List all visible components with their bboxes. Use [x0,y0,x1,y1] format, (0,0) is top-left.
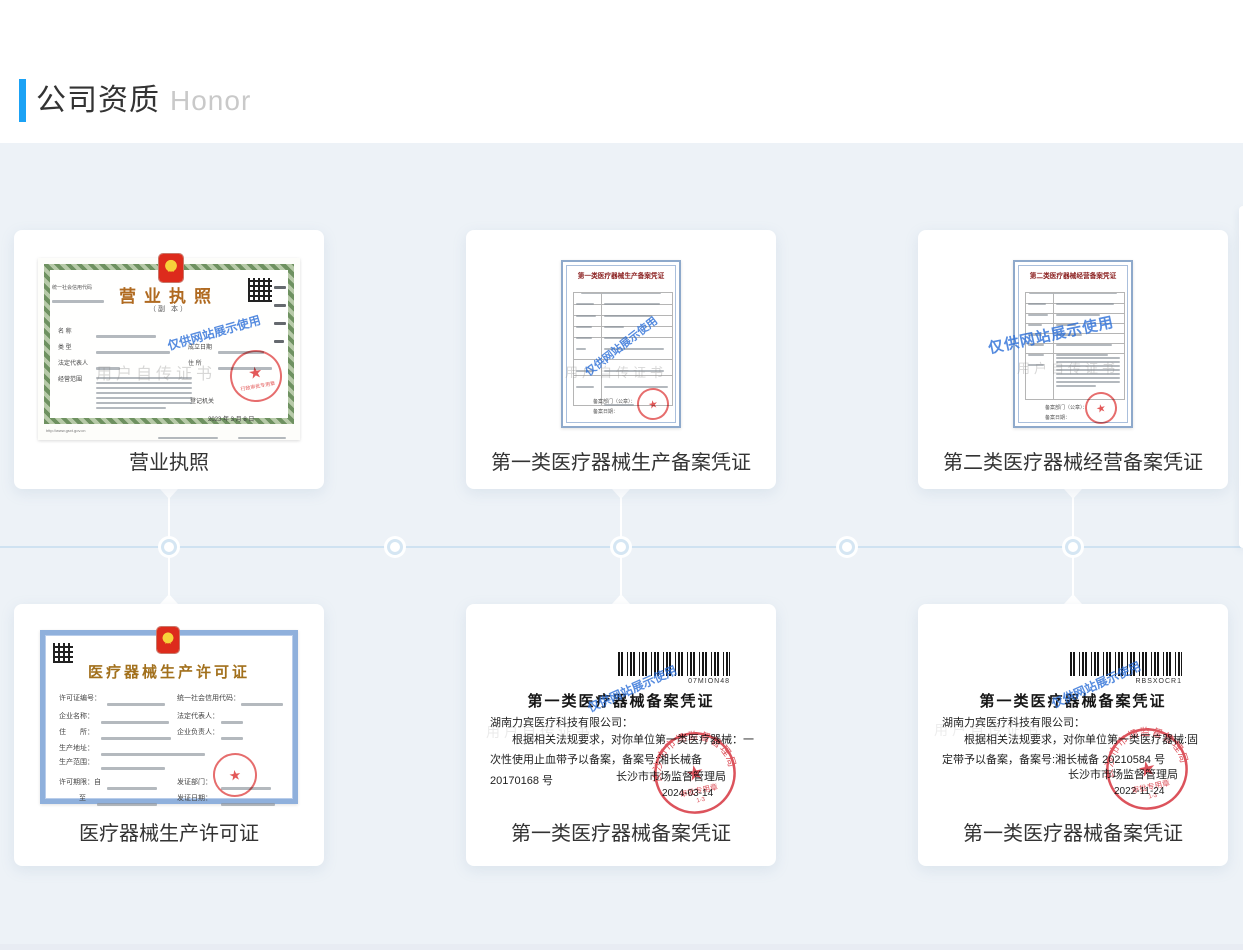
field-label: 名 称 [58,326,72,335]
certificate-card-class1-device-filing-2[interactable]: RBSXOCR1 第一类医疗器械备案凭证 湖南力宾医疗科技有限公司： 根据相关法… [918,604,1228,866]
field-label: 生产地址： [59,743,94,753]
certificate-card-class1-production-filing[interactable]: 第一类医疗器械生产备案凭证 备案部门（公章）： 备案日期： ★ 用户自传证书 仅… [466,230,776,489]
field-label: 许可证编号： [59,693,101,703]
field-label: 许可期限：自 [59,777,101,787]
national-emblem-icon: ★ [157,627,179,653]
page-title: 公司资质 Honor [36,79,251,122]
business-license-image: ★ 统一社会信用代码 营业执照 （副 本） 名 称 类 型 法定代表人 经营范围… [38,258,300,440]
field-label: 统一社会信用代码： [177,693,240,703]
card-tail-up [160,594,178,604]
seal-star-icon: ★ [1136,756,1159,782]
license-date: 2023 年 3 月 8 日 [208,414,254,423]
qr-side-text [274,279,286,351]
card-caption: 第一类医疗器械生产备案凭证 [466,446,776,475]
upload-watermark: 用户自传证书 [1017,358,1119,377]
timeline-node [390,542,400,552]
national-emblem-icon: ★ [159,254,183,282]
certificate-image: ★ 医疗器械生产许可证 许可证编号： 统一社会信用代码： 企业名称： 法定代表人… [40,630,298,804]
filing-dept-line: 备案部门（公章）： [593,398,636,405]
field-label: 至 [79,793,86,803]
seal-star-icon: ★ [247,361,265,383]
qr-code [248,278,272,302]
card-tail-down [612,489,630,499]
field-label: 发证日期： [177,793,212,803]
page-title-cn: 公司资质 [36,84,160,117]
certificate-image: 第一类医疗器械生产备案凭证 备案部门（公章）： 备案日期： ★ 用户自传证书 仅… [561,260,681,428]
field-label: 法定代表人 [58,358,88,367]
certificate-title: 第一类医疗器械生产备案凭证 [566,271,676,281]
certificate-title: 第二类医疗器械经营备案凭证 [1018,271,1128,281]
license-subtitle: （副 本） [38,304,300,314]
certificate-card-business-license[interactable]: ★ 统一社会信用代码 营业执照 （副 本） 名 称 类 型 法定代表人 经营范围… [14,230,324,489]
seal-text: 行政审批专用章 [240,379,276,392]
upload-watermark: 用户自传证书 [934,720,1042,740]
qr-code [53,643,73,663]
page-title-en: Honor [170,85,251,116]
field-label: 发证部门： [177,777,212,787]
certificate-title: 医疗器械生产许可证 [45,661,293,682]
filing-date-line: 备案日期： [593,408,618,415]
footer-band [0,944,1243,950]
field-label: 生产范围： [59,757,94,767]
seal-number: 1-3 [696,797,706,805]
certificate-image: 第二类医疗器械经营备案凭证 备案部门（公章）： 备案日期： ★ 用户自传证书 仅… [1013,260,1133,428]
field-label: 住 所： [59,727,94,737]
field-label: 法定代表人： [177,711,219,721]
seal-number: 1-3 [1148,793,1158,801]
certificate-card-class1-device-filing-1[interactable]: 07MION48 第一类医疗器械备案凭证 湖南力宾医疗科技有限公司： 根据相关法… [466,604,776,866]
card-caption: 医疗器械生产许可证 [14,817,324,846]
card-tail-up [612,594,630,604]
seal-star-icon: ★ [684,760,707,786]
timeline-node [616,542,626,552]
card-caption: 第一类医疗器械备案凭证 [918,817,1228,846]
timeline-node [842,542,852,552]
red-seal: 长沙市市场监督管理局 ★ 审批专用章 1-3 [1096,718,1198,820]
certificate-card-production-licence[interactable]: ★ 医疗器械生产许可证 许可证编号： 统一社会信用代码： 企业名称： 法定代表人… [14,604,324,866]
upload-watermark: 用户自传证书 [565,362,667,381]
card-tail-down [160,489,178,499]
filing-dept-line: 备案部门（公章）： [1045,404,1088,411]
card-tail-up [1064,594,1082,604]
field-label: 类 型 [58,342,72,351]
timeline-node [1068,542,1078,552]
upload-watermark: 用户自传证书 [96,360,216,384]
registrar-label: 登记机关 [190,396,214,405]
card-caption: 第一类医疗器械备案凭证 [466,817,776,846]
field-label: 企业名称： [59,711,94,721]
timeline-node [164,542,174,552]
field-label: 企业负责人： [177,727,219,737]
red-seal: 长沙市市场监督管理局 ★ 审批专用章 1-3 [644,722,746,824]
upload-watermark: 用户自传证书 [486,722,594,742]
honor-page: 公司资质Honor ★ 统一社会信用代码 营业执照 （副 本） 名 称 类 [0,0,1243,950]
section-accent-bar [19,79,26,122]
card-caption: 第二类医疗器械经营备案凭证 [918,446,1228,475]
field-label: 经营范围 [58,374,82,383]
partial-next-card[interactable] [1239,206,1243,548]
filing-date-line: 备案日期： [1045,414,1070,421]
certificate-card-class2-operation-filing[interactable]: 第二类医疗器械经营备案凭证 备案部门（公章）： 备案日期： ★ 用户自传证书 仅… [918,230,1228,489]
license-footnote-url: http://www.gsxt.gov.cn [46,428,86,433]
card-tail-down [1064,489,1082,499]
card-caption: 营业执照 [14,446,324,475]
